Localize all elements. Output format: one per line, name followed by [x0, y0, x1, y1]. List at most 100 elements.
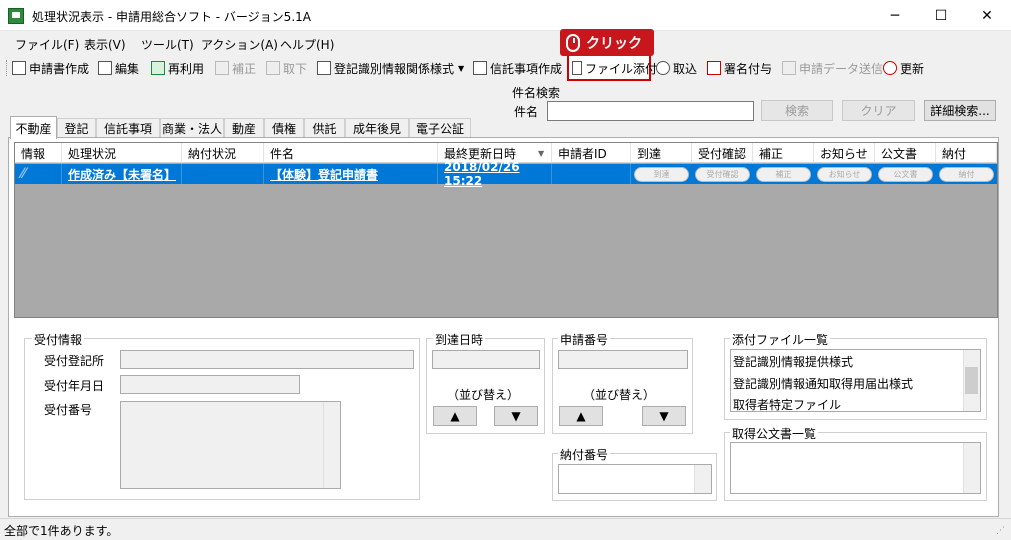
application-sort-label: （並び替え） [583, 388, 656, 402]
file-attach-button[interactable]: ファイル添付 [572, 58, 657, 78]
correct-label: 補正 [232, 61, 257, 76]
col-notice[interactable]: お知らせ [814, 143, 875, 163]
row-status[interactable]: 作成済み【未署名】 [62, 164, 182, 184]
correction-pill[interactable]: 補正 [756, 167, 811, 182]
sign-label: 署名付与 [724, 61, 773, 76]
list-item[interactable]: 登記識別情報通知取得用届出様式 [733, 375, 913, 392]
tab-registration[interactable]: 登記 [57, 118, 96, 137]
search-input[interactable] [547, 101, 754, 121]
tab-notary[interactable]: 電子公証 [409, 118, 471, 137]
sort-desc-icon: ▼ [538, 148, 545, 158]
edit-button[interactable]: 編集 [98, 58, 139, 78]
import-button[interactable]: 取込 [656, 58, 697, 78]
menu-file[interactable]: ファイル(F) [15, 36, 79, 53]
search-button[interactable]: 検索 [761, 100, 833, 121]
col-payment[interactable]: 納付状況 [182, 143, 264, 163]
search-group-label: 件名検索 [512, 86, 561, 100]
col-arrival[interactable]: 到達 [631, 143, 692, 163]
withdraw-button[interactable]: 取下 [266, 58, 307, 78]
reception-group-label: 受付情報 [32, 331, 85, 348]
col-correction[interactable]: 補正 [753, 143, 814, 163]
col-official-doc[interactable]: 公文書 [875, 143, 936, 163]
create-application-button[interactable]: 申請書作成 [12, 58, 89, 78]
paperclip-icon [572, 61, 582, 75]
app-icon [8, 8, 24, 24]
notice-pill[interactable]: お知らせ [817, 167, 872, 182]
close-button[interactable]: ✕ [964, 0, 1010, 31]
row-applicant-id [552, 164, 631, 184]
official-docs-group-label: 取得公文書一覧 [730, 425, 819, 442]
official-docs-list[interactable] [730, 442, 981, 494]
send-data-label: 申請データ送信 [799, 61, 884, 76]
refresh-button[interactable]: 更新 [883, 58, 924, 78]
detail-search-button[interactable]: 詳細検索... [924, 100, 996, 121]
form-icon [317, 61, 331, 75]
tab-deposit[interactable]: 供託 [304, 118, 345, 137]
col-subject[interactable]: 件名 [264, 143, 438, 163]
refresh-icon [883, 61, 897, 75]
reception-office-field[interactable] [120, 350, 414, 369]
reuse-button[interactable]: 再利用 [151, 58, 204, 78]
application-number-field[interactable] [558, 350, 688, 369]
toolbar-grip [6, 60, 8, 76]
attachments-scroll-thumb[interactable] [965, 367, 978, 394]
clear-button[interactable]: クリア [842, 100, 915, 121]
paperclip-icon: ⁄⁄ [21, 166, 26, 182]
tab-real-estate[interactable]: 不動産 [10, 116, 57, 139]
correct-icon [215, 61, 229, 75]
arrival-sort-down-button[interactable]: ▼ [494, 406, 538, 426]
row-info-cell: ⁄⁄ [15, 164, 62, 184]
withdraw-icon [266, 61, 280, 75]
menu-tools[interactable]: ツール(T) [141, 36, 194, 53]
col-payment-action[interactable]: 納付 [936, 143, 997, 163]
refresh-label: 更新 [900, 61, 925, 76]
reception-date-field[interactable] [120, 375, 300, 394]
attachments-group-label: 添付ファイル一覧 [730, 331, 831, 348]
row-subject[interactable]: 【体験】登記申請書 [264, 164, 438, 184]
trust-matters-button[interactable]: 信託事項作成 [473, 58, 562, 78]
minimize-button[interactable]: ─ [872, 0, 918, 31]
application-sort-up-button[interactable]: ▲ [559, 406, 603, 426]
arrival-date-field[interactable] [432, 350, 540, 369]
menu-action[interactable]: アクション(A) [201, 36, 278, 53]
col-status[interactable]: 処理状況 [62, 143, 182, 163]
registration-form-dropdown[interactable]: 登記識別情報関係様式 ▼ [317, 58, 464, 78]
application-sort-down-button[interactable]: ▼ [642, 406, 686, 426]
reception-date-label: 受付年月日 [44, 379, 105, 393]
tab-trust[interactable]: 信託事項 [96, 118, 160, 137]
col-applicant-id[interactable]: 申請者ID [552, 143, 631, 163]
reception-number-scrollbar[interactable] [323, 402, 340, 488]
row-updated[interactable]: 2018/02/26 15:22 [438, 160, 552, 188]
window-title: 処理状況表示 - 申請用総合ソフト - バージョン5.1A [32, 10, 311, 24]
payment-number-field[interactable] [558, 464, 712, 494]
col-receipt-confirm[interactable]: 受付確認 [692, 143, 753, 163]
correct-button[interactable]: 補正 [215, 58, 256, 78]
payment-number-label: 納付番号 [558, 446, 611, 463]
click-callout: クリック [560, 29, 654, 56]
menu-help[interactable]: ヘルプ(H) [280, 36, 334, 53]
chevron-down-icon: ▼ [458, 63, 465, 73]
arrival-sort-label: （並び替え） [447, 388, 520, 402]
resize-grip-icon[interactable]: ⋰ [996, 526, 1005, 536]
arrival-pill[interactable]: 到達 [634, 167, 689, 182]
edit-icon [98, 61, 112, 75]
tab-guardianship[interactable]: 成年後見 [345, 118, 409, 137]
sign-button[interactable]: 署名付与 [707, 58, 772, 78]
list-item[interactable]: 登記識別情報提供様式 [733, 353, 853, 370]
arrival-sort-up-button[interactable]: ▲ [433, 406, 477, 426]
create-application-label: 申請書作成 [29, 61, 90, 76]
reception-number-field[interactable] [120, 401, 341, 489]
list-item[interactable]: 取得者特定ファイル [733, 396, 841, 413]
send-data-button[interactable]: 申請データ送信 [782, 58, 883, 78]
tab-movables[interactable]: 動産 [224, 118, 264, 137]
col-info[interactable]: 情報 [15, 143, 62, 163]
tab-commercial[interactable]: 商業・法人 [160, 118, 224, 137]
tab-receivables[interactable]: 債権 [264, 118, 304, 137]
menu-view[interactable]: 表示(V) [84, 36, 126, 53]
official-doc-pill[interactable]: 公文書 [878, 167, 933, 182]
maximize-button[interactable]: ☐ [918, 0, 964, 31]
payment-number-scrollbar[interactable] [694, 465, 711, 493]
official-docs-scrollbar[interactable] [963, 443, 980, 493]
receipt-confirm-pill[interactable]: 受付確認 [695, 167, 750, 182]
payment-pill[interactable]: 納付 [939, 167, 994, 182]
